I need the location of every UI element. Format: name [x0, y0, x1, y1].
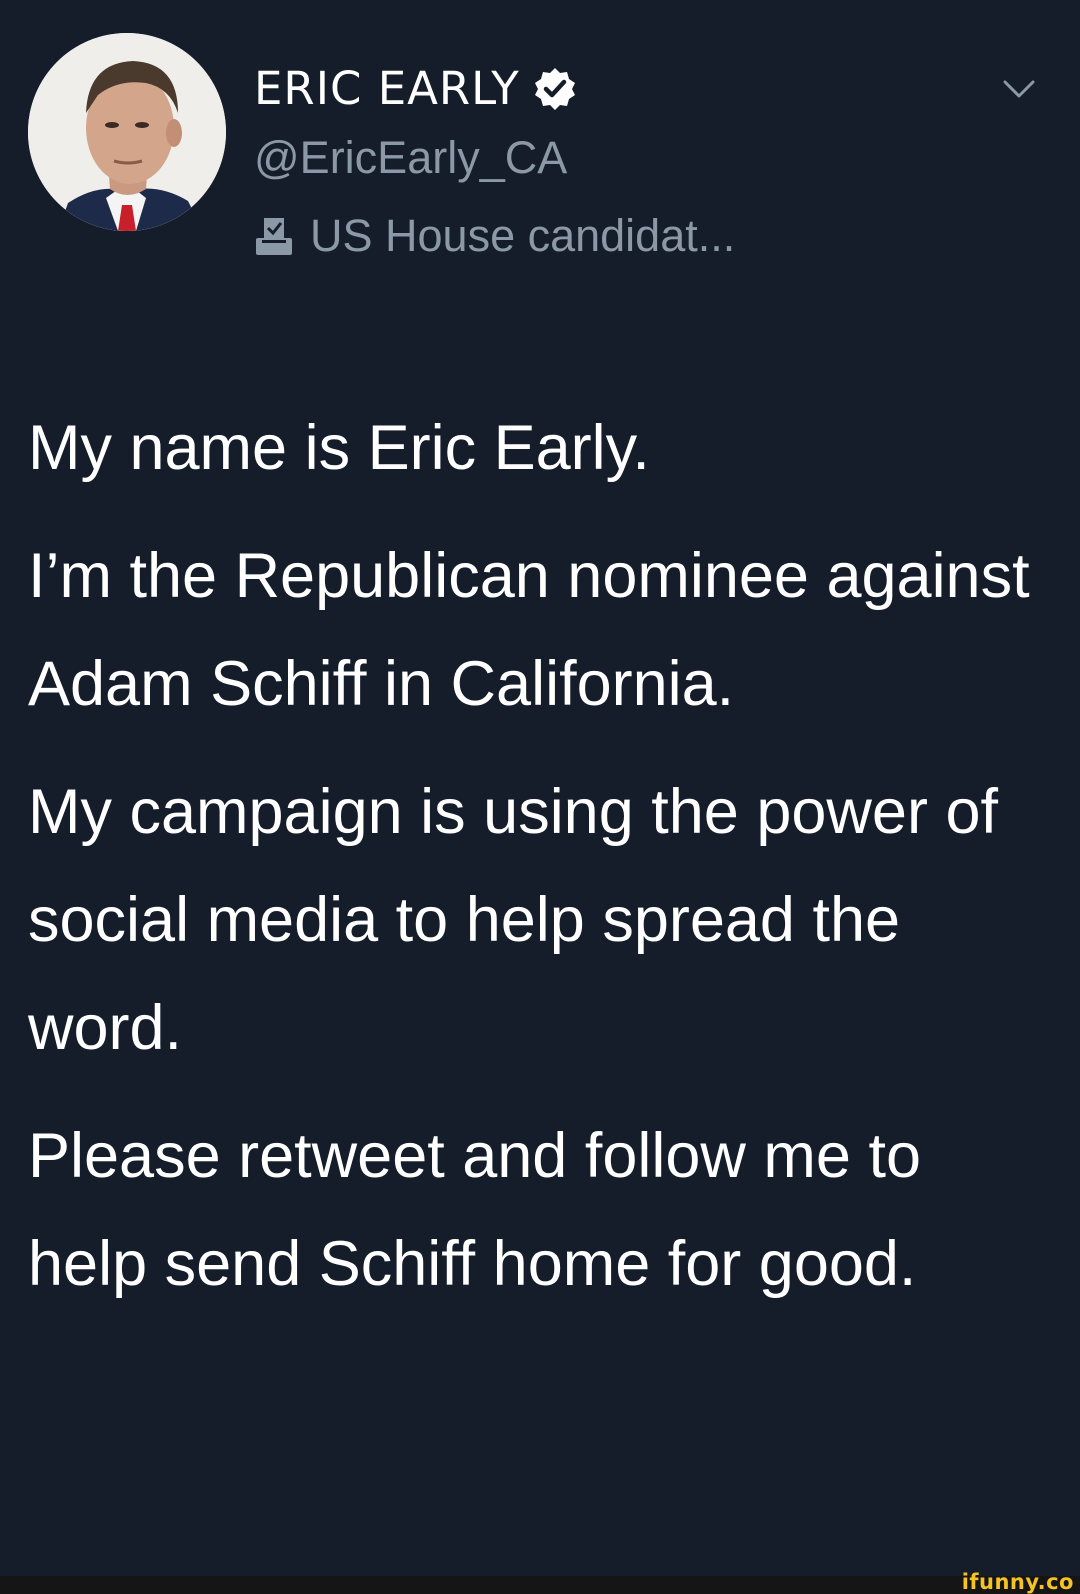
watermark-bar [0, 1576, 1080, 1594]
verified-badge-icon [534, 67, 575, 110]
watermark: ifunny.co [961, 1570, 1074, 1594]
user-handle[interactable]: @EricEarly_CA [254, 132, 567, 184]
display-name[interactable]: ERIC EARLY [254, 62, 578, 115]
tweet-paragraph: My name is Eric Early. [28, 413, 650, 483]
tweet-paragraph: Please retweet and follow me to help sen… [28, 1121, 921, 1299]
ballot-box-icon [256, 218, 292, 255]
avatar-image [28, 33, 226, 231]
avatar[interactable] [28, 33, 226, 231]
display-name-text: ERIC EARLY [254, 62, 520, 115]
bio-text: US House candidat... [310, 210, 736, 261]
tweet-paragraph: I’m the Republican nominee against Adam … [28, 541, 1030, 719]
tweet-body: My name is Eric Early. I’m the Republica… [28, 394, 1038, 1318]
tweet-card: ERIC EARLY @EricEarly_CA US House candid… [0, 0, 1080, 1576]
tweet-paragraph: My campaign is using the power of social… [28, 777, 998, 1063]
chevron-down-icon[interactable] [1002, 78, 1036, 100]
user-bio: US House candidat... [252, 210, 735, 262]
